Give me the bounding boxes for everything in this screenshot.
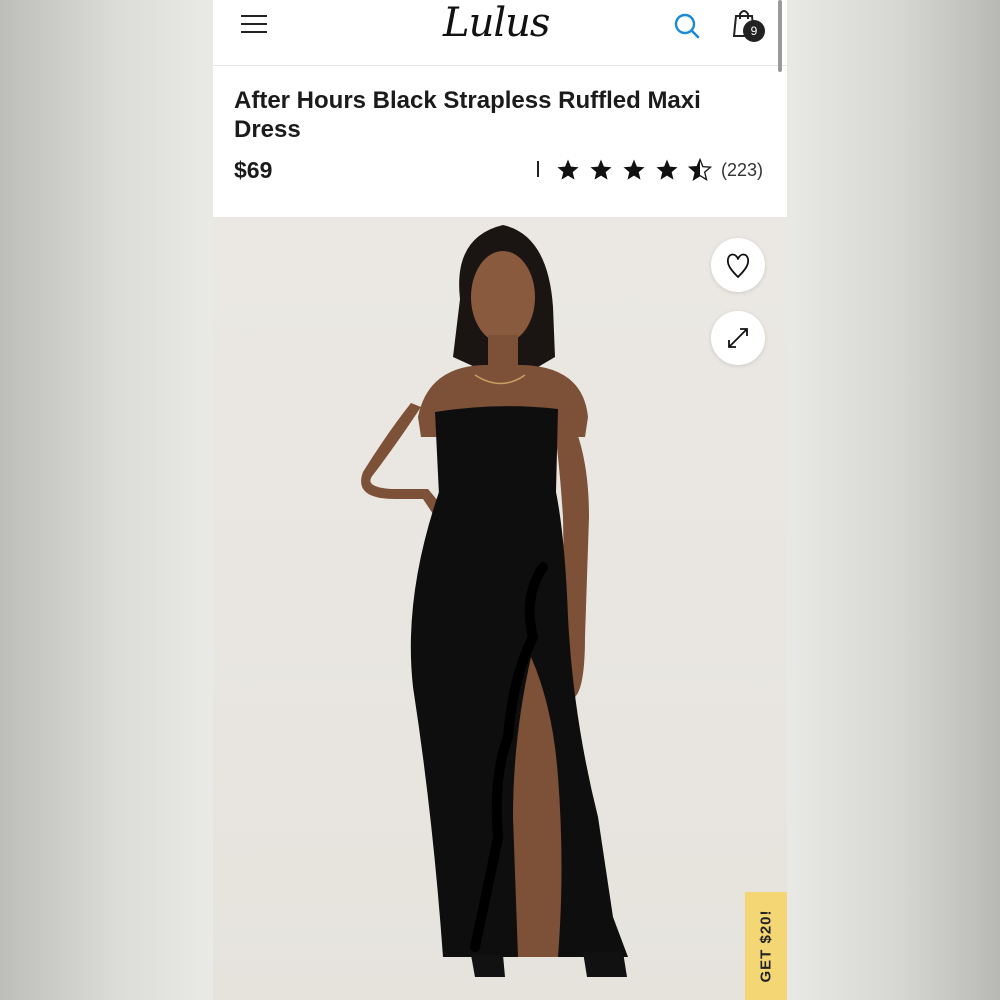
star-full-icon (656, 159, 678, 180)
hamburger-menu-icon[interactable] (241, 13, 269, 35)
expand-image-button[interactable] (711, 311, 765, 365)
site-logo[interactable]: Lulus (443, 0, 563, 48)
site-header: Lulus 9 (213, 0, 787, 66)
promo-label: GET $20! (757, 909, 775, 983)
product-price: $69 (234, 157, 273, 183)
expand-arrows-icon (728, 328, 748, 348)
scrollbar[interactable] (778, 0, 782, 72)
model-photo-illustration (361, 225, 628, 977)
cart-count-badge: 9 (743, 20, 765, 42)
star-half-icon (688, 158, 712, 181)
divider (537, 161, 539, 177)
star-full-icon (557, 159, 579, 180)
star-full-icon (590, 159, 612, 180)
promo-tab[interactable]: GET $20! (745, 892, 787, 1000)
review-count[interactable]: (223) (721, 160, 763, 181)
search-icon[interactable] (673, 12, 701, 40)
product-title: After Hours Black Strapless Ruffled Maxi… (234, 87, 701, 143)
product-photo[interactable] (213, 217, 787, 1000)
rating-stars[interactable] (556, 154, 721, 186)
heart-outline-icon (726, 253, 750, 278)
wishlist-button[interactable] (711, 238, 765, 292)
app-screen: Lulus 9 After Hours Black Strapless Ruff… (213, 0, 787, 1000)
star-full-icon (623, 159, 645, 180)
